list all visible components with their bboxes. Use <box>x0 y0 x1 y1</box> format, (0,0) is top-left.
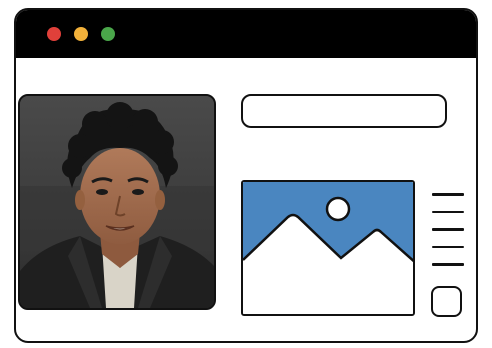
text-lines-icon <box>432 193 464 281</box>
text-line <box>432 245 464 248</box>
video-feed <box>18 94 216 310</box>
browser-window <box>14 8 478 343</box>
text-line <box>432 263 464 266</box>
image-placeholder-icon <box>243 182 413 314</box>
text-line <box>432 210 464 213</box>
text-line <box>432 228 464 231</box>
landscape-image-icon <box>241 180 415 316</box>
sun-icon <box>325 196 351 222</box>
text-input-field[interactable] <box>241 94 447 128</box>
maximize-window-button[interactable] <box>101 27 115 41</box>
text-line <box>432 193 464 196</box>
window-titlebar <box>16 10 476 58</box>
square-button[interactable] <box>431 286 462 317</box>
close-window-button[interactable] <box>47 27 61 41</box>
person-video-icon <box>20 96 214 308</box>
minimize-window-button[interactable] <box>74 27 88 41</box>
